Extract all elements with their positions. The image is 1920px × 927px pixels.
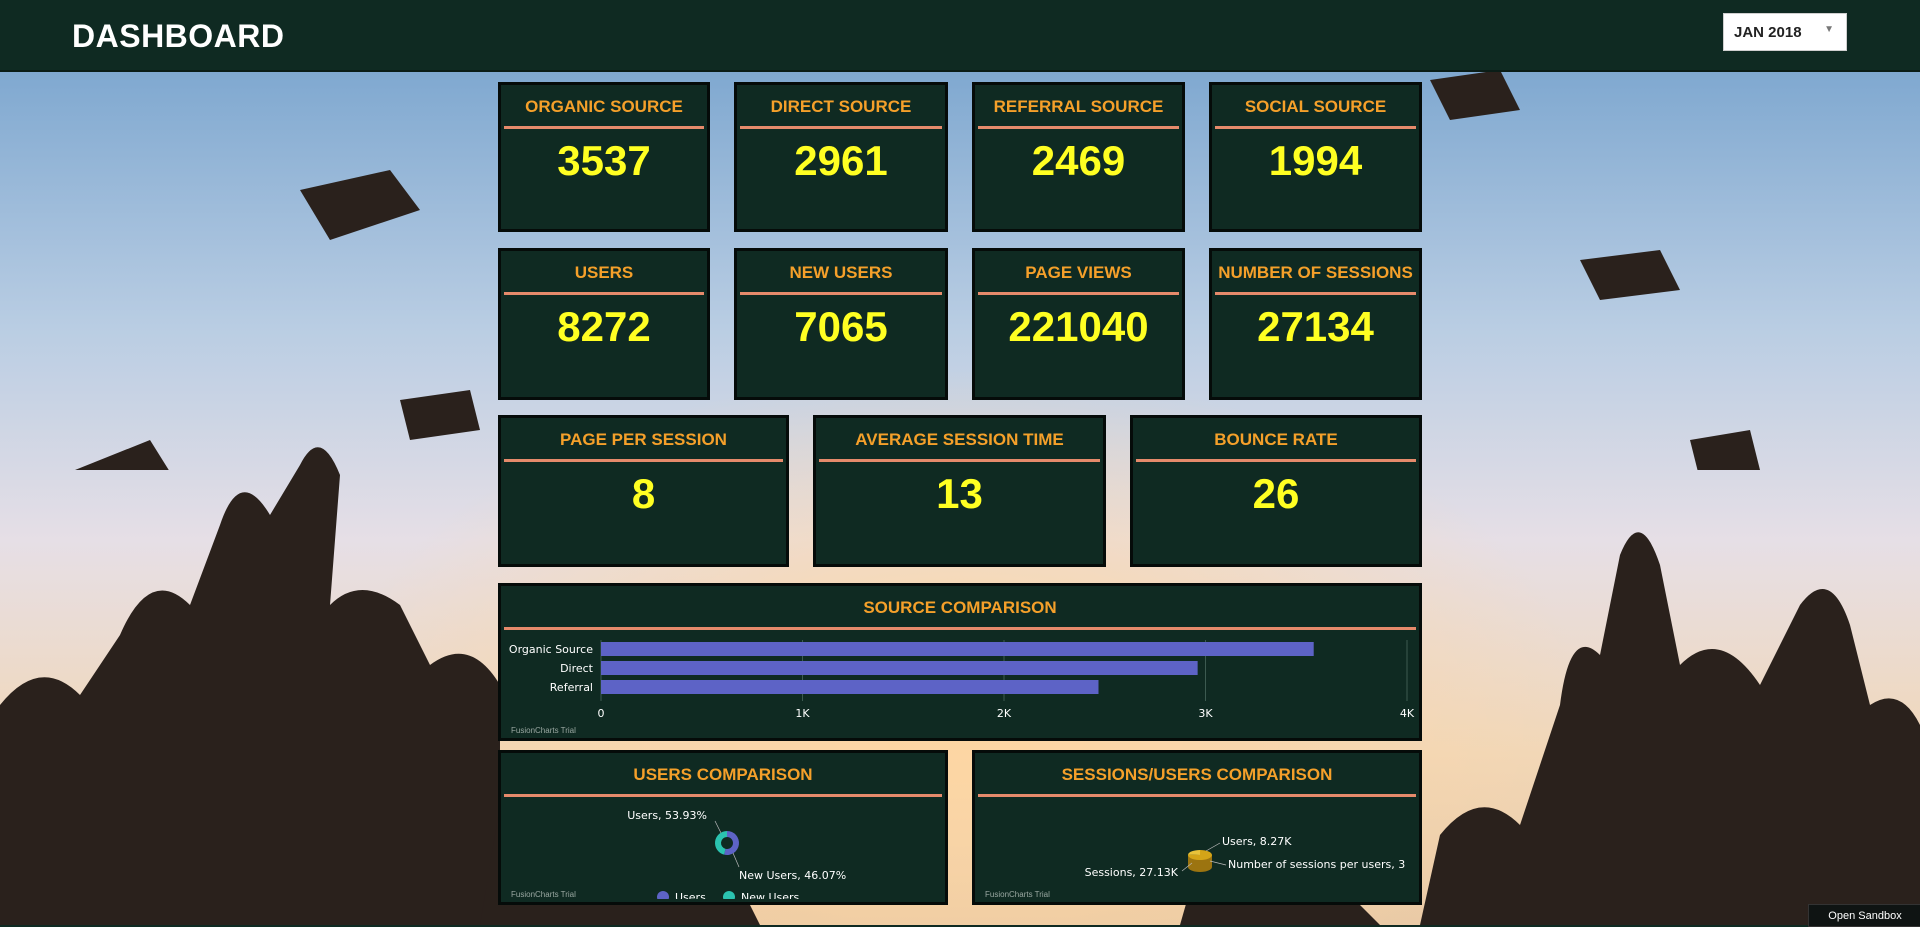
divider <box>504 459 783 462</box>
kpi-users: USERS 8272 <box>498 248 710 400</box>
fusioncharts-trial-label: FusionCharts Trial <box>511 890 576 899</box>
kpi-value: 3537 <box>501 137 707 185</box>
slice-label: Number of sessions per users, 3 <box>1228 858 1405 871</box>
users-comparison-panel: USERS COMPARISON Users, 53.93% New Users,… <box>498 750 948 905</box>
kpi-direct-source: DIRECT SOURCE 2961 <box>734 82 948 232</box>
chart-title: SESSIONS/USERS COMPARISON <box>975 753 1419 785</box>
kpi-value: 8 <box>501 470 786 518</box>
slice-label: Users, 53.93% <box>627 809 707 822</box>
kpi-label: PAGE PER SESSION <box>501 418 786 454</box>
divider <box>740 292 942 295</box>
kpi-referral-source: REFERRAL SOURCE 2469 <box>972 82 1185 232</box>
kpi-new-users: NEW USERS 7065 <box>734 248 948 400</box>
divider <box>1215 126 1416 129</box>
divider <box>504 794 942 797</box>
leader-line <box>1206 843 1220 851</box>
fusioncharts-trial-label: FusionCharts Trial <box>511 726 576 735</box>
legend-item: New Users <box>741 891 800 899</box>
kpi-label: DIRECT SOURCE <box>737 85 945 121</box>
kpi-label: USERS <box>501 251 707 287</box>
chevron-down-icon: ▼ <box>1824 24 1834 35</box>
slice-label: Users, 8.27K <box>1222 835 1292 848</box>
x-tick-label: 2K <box>997 707 1012 720</box>
kpi-organic-source: ORGANIC SOURCE 3537 <box>498 82 710 232</box>
month-select-value: JAN 2018 <box>1734 24 1802 41</box>
divider <box>819 459 1100 462</box>
divider <box>1215 292 1416 295</box>
kpi-label: PAGE VIEWS <box>975 251 1182 287</box>
x-tick-label: 0 <box>598 707 605 720</box>
kpi-social-source: SOCIAL SOURCE 1994 <box>1209 82 1422 232</box>
divider <box>504 292 704 295</box>
divider <box>1136 459 1416 462</box>
legend-swatch <box>723 891 735 899</box>
category-label: Organic Source <box>509 643 593 656</box>
x-tick-label: 1K <box>795 707 810 720</box>
legend-item: Users <box>675 891 706 899</box>
x-tick-label: 3K <box>1198 707 1213 720</box>
bar <box>601 642 1314 656</box>
kpi-value: 7065 <box>737 303 945 351</box>
bar <box>601 661 1198 675</box>
slice-label: New Users, 46.07% <box>739 869 846 882</box>
users-donut-chart: Users, 53.93% New Users, 46.07% Users New U… <box>501 799 945 899</box>
slice-label: Sessions, 27.13K <box>1085 866 1179 879</box>
kpi-average-session-time: AVERAGE SESSION TIME 13 <box>813 415 1106 567</box>
fusioncharts-trial-label: FusionCharts Trial <box>985 890 1050 899</box>
bar <box>601 680 1099 694</box>
category-label: Direct <box>560 662 594 675</box>
kpi-value: 2469 <box>975 137 1182 185</box>
page-title: DASHBOARD <box>72 18 285 55</box>
kpi-label: ORGANIC SOURCE <box>501 85 707 121</box>
kpi-label: REFERRAL SOURCE <box>975 85 1182 121</box>
kpi-page-per-session: PAGE PER SESSION 8 <box>498 415 789 567</box>
kpi-number-of-sessions: NUMBER OF SESSIONS 27134 <box>1209 248 1422 400</box>
kpi-bounce-rate: BOUNCE RATE 26 <box>1130 415 1422 567</box>
leader-line <box>733 853 739 867</box>
kpi-label: NUMBER OF SESSIONS <box>1212 251 1419 287</box>
kpi-label: SOCIAL SOURCE <box>1212 85 1419 121</box>
chart-title: SOURCE COMPARISON <box>501 586 1419 618</box>
month-select[interactable]: JAN 2018 ▼ <box>1723 13 1847 51</box>
kpi-label: AVERAGE SESSION TIME <box>816 418 1103 454</box>
pie-slice <box>1188 850 1200 855</box>
kpi-value: 13 <box>816 470 1103 518</box>
sessions-users-comparison-panel: SESSIONS/USERS COMPARISON Users, 8.27K Se… <box>972 750 1422 905</box>
kpi-value: 2961 <box>737 137 945 185</box>
divider <box>978 292 1179 295</box>
caps-decoration <box>0 70 1920 470</box>
kpi-value: 26 <box>1133 470 1419 518</box>
divider <box>978 126 1179 129</box>
chart-title: USERS COMPARISON <box>501 753 945 785</box>
leader-line <box>715 821 721 833</box>
kpi-value: 1994 <box>1212 137 1419 185</box>
source-bar-chart: 0 1K 2K 3K 4K Organic Source Direct Referral <box>501 634 1419 734</box>
kpi-label: NEW USERS <box>737 251 945 287</box>
legend-swatch <box>657 891 669 899</box>
kpi-value: 221040 <box>975 303 1182 351</box>
category-label: Referral <box>550 681 593 694</box>
divider <box>978 794 1416 797</box>
open-sandbox-button[interactable]: Open Sandbox <box>1808 904 1920 927</box>
source-comparison-panel: SOURCE COMPARISON 0 1K 2K 3K 4K Organic Sourc… <box>498 583 1422 741</box>
kpi-value: 8272 <box>501 303 707 351</box>
kpi-page-views: PAGE VIEWS 221040 <box>972 248 1185 400</box>
x-tick-label: 4K <box>1400 707 1415 720</box>
kpi-value: 27134 <box>1212 303 1419 351</box>
divider <box>504 126 704 129</box>
divider <box>740 126 942 129</box>
sessions-pie-chart: Users, 8.27K Sessions, 27.13K Number of se… <box>975 799 1419 899</box>
top-bar: DASHBOARD JAN 2018 ▼ <box>0 0 1920 72</box>
divider <box>504 627 1416 630</box>
kpi-label: BOUNCE RATE <box>1133 418 1419 454</box>
leader-line <box>1210 861 1226 865</box>
